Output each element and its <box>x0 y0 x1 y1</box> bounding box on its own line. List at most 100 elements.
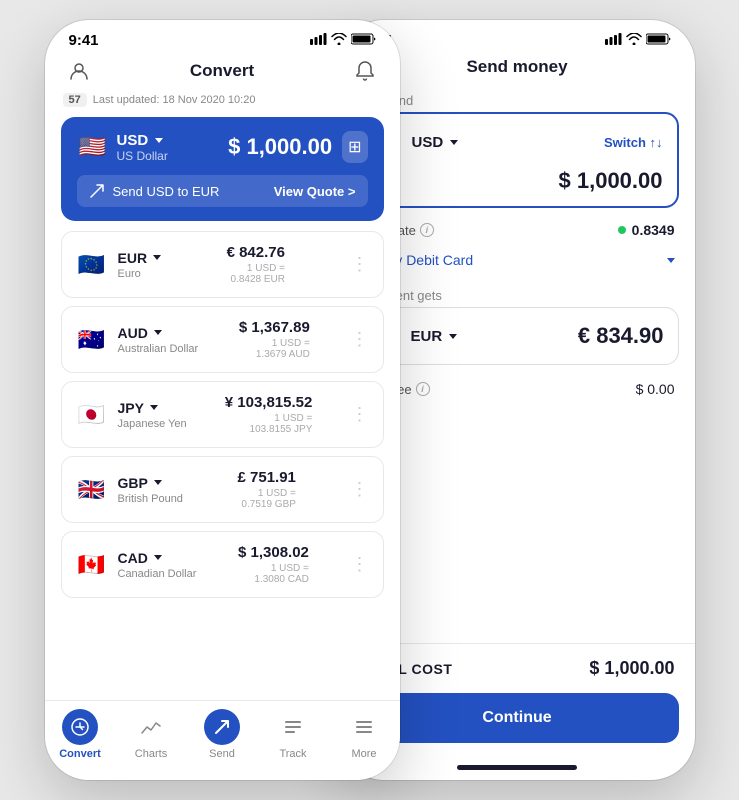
usd-code: USD <box>117 132 168 149</box>
recipient-card[interactable]: 🇪🇺 EUR € 834.90 <box>356 307 679 365</box>
update-count: 57 <box>63 93 87 107</box>
page-title-2: Send money <box>466 57 567 77</box>
signal-icon <box>310 33 327 48</box>
tab-send[interactable]: Send <box>187 709 258 760</box>
tab-track[interactable]: Track <box>258 709 329 760</box>
last-updated-bar: 57 Last updated: 18 Nov 2020 10:20 <box>61 93 384 107</box>
gbp-code: GBP <box>118 475 183 491</box>
gbp-chevron-icon <box>154 480 162 485</box>
profile-icon[interactable] <box>65 57 93 85</box>
status-time-1: 9:41 <box>69 32 99 49</box>
bell-icon[interactable] <box>351 57 379 85</box>
tab-bar: Convert Charts Send <box>45 700 400 780</box>
phone-convert: 9:41 <box>45 20 400 780</box>
main-content-1: 57 Last updated: 18 Nov 2020 10:20 🇺🇸 US… <box>45 93 400 700</box>
cad-code: CAD <box>118 550 197 566</box>
cad-flag: 🇨🇦 <box>76 549 108 581</box>
send-tab-label: Send <box>209 748 235 760</box>
view-quote-btn[interactable]: View Quote > <box>274 184 356 199</box>
usd-amount: $ 1,000.00 <box>228 134 332 160</box>
aud-flag: 🇦🇺 <box>76 324 108 356</box>
send-fee-value: $ 0.00 <box>636 381 675 397</box>
tab-more[interactable]: More <box>329 709 400 760</box>
send-arrow-icon <box>89 183 105 199</box>
rate-info-icon[interactable]: i <box>420 223 434 237</box>
gbp-amount: £ 751.91 <box>238 469 296 486</box>
eur-flag: 🇪🇺 <box>76 249 108 281</box>
jpy-amount: ¥ 103,815.52 <box>225 394 313 411</box>
page-title-1: Convert <box>190 61 254 81</box>
status-icons-1 <box>310 33 376 48</box>
charts-tab-icon <box>133 709 169 745</box>
gbp-flag: 🇬🇧 <box>76 474 108 506</box>
list-item[interactable]: 🇨🇦 CAD Canadian Dollar $ 1,308.02 1 USD … <box>61 531 384 598</box>
jpy-name: Japanese Yen <box>118 418 187 430</box>
more-tab-icon <box>346 709 382 745</box>
signal-icon-2 <box>605 33 622 48</box>
eur-rate: 1 USD =0.8428 EUR <box>227 263 285 285</box>
usd-flag: 🇺🇸 <box>77 131 109 163</box>
pay-method-chevron-icon <box>667 258 675 263</box>
total-cost-value: $ 1,000.00 <box>589 658 674 679</box>
eur-more-icon[interactable]: ⋮ <box>350 254 368 275</box>
status-bar-1: 9:41 <box>45 20 400 53</box>
track-tab-label: Track <box>279 748 306 760</box>
nav-bar-1: Convert <box>45 53 400 93</box>
switch-button[interactable]: Switch ↑↓ <box>604 135 663 150</box>
list-item[interactable]: 🇦🇺 AUD Australian Dollar $ 1,367.89 1 US… <box>61 306 384 373</box>
recipient-amount: € 834.90 <box>578 323 664 349</box>
list-item[interactable]: 🇬🇧 GBP British Pound £ 751.91 1 USD =0.7… <box>61 456 384 523</box>
calculator-icon[interactable]: ⊞ <box>342 131 367 163</box>
cad-name: Canadian Dollar <box>118 568 197 580</box>
continue-button[interactable]: Continue <box>356 693 679 743</box>
usd-name: US Dollar <box>117 149 168 163</box>
main-currency-card[interactable]: 🇺🇸 USD US Dollar $ 1,000.00 ⊞ <box>61 117 384 221</box>
jpy-rate: 1 USD =103.8155 JPY <box>225 413 313 435</box>
convert-tab-icon <box>62 709 98 745</box>
you-send-card[interactable]: 🇺🇸 USD Switch ↑↓ $ 1,000.00 <box>356 112 679 208</box>
recipient-eur-chevron-icon <box>449 334 457 339</box>
gbp-more-icon[interactable]: ⋮ <box>350 479 368 500</box>
currency-list: 🇪🇺 EUR Euro € 842.76 1 USD =0.8428 EUR ⋮ <box>61 231 384 606</box>
update-text: Last updated: 18 Nov 2020 10:20 <box>93 94 256 106</box>
send-rate-value: 0.8349 <box>618 222 675 238</box>
cad-more-icon[interactable]: ⋮ <box>350 554 368 575</box>
aud-name: Australian Dollar <box>118 343 199 355</box>
status-icons-2 <box>605 33 671 48</box>
send-quote-bar[interactable]: Send USD to EUR View Quote > <box>77 175 368 207</box>
charts-tab-label: Charts <box>135 748 167 760</box>
aud-more-icon[interactable]: ⋮ <box>350 329 368 350</box>
rate-green-dot <box>618 226 626 234</box>
eur-name: Euro <box>118 268 162 280</box>
gbp-name: British Pound <box>118 493 183 505</box>
jpy-more-icon[interactable]: ⋮ <box>350 404 368 425</box>
tab-convert[interactable]: Convert <box>45 709 116 760</box>
cad-chevron-icon <box>154 555 162 560</box>
tab-charts[interactable]: Charts <box>116 709 187 760</box>
eur-amount: € 842.76 <box>227 244 285 261</box>
convert-tab-label: Convert <box>59 748 101 760</box>
usd-chevron-icon <box>155 138 163 143</box>
more-tab-label: More <box>351 748 376 760</box>
usd-selector[interactable]: 🇺🇸 USD US Dollar <box>77 131 168 163</box>
track-tab-icon <box>275 709 311 745</box>
aud-amount: $ 1,367.89 <box>239 319 310 336</box>
cad-amount: $ 1,308.02 <box>238 544 309 561</box>
list-item[interactable]: 🇪🇺 EUR Euro € 842.76 1 USD =0.8428 EUR ⋮ <box>61 231 384 298</box>
fee-info-icon[interactable]: i <box>416 382 430 396</box>
battery-icon-2 <box>646 33 671 48</box>
send-tab-icon <box>204 709 240 745</box>
send-usd-code: USD <box>412 134 459 151</box>
jpy-code: JPY <box>118 400 187 416</box>
aud-code: AUD <box>118 325 199 341</box>
eur-chevron-icon <box>153 255 161 260</box>
cad-rate: 1 USD =1.3080 CAD <box>238 563 309 585</box>
list-item[interactable]: 🇯🇵 JPY Japanese Yen ¥ 103,815.52 1 USD =… <box>61 381 384 448</box>
eur-code: EUR <box>118 250 162 266</box>
aud-rate: 1 USD =1.3679 AUD <box>239 338 310 360</box>
jpy-chevron-icon <box>150 405 158 410</box>
send-label: Send USD to EUR <box>113 184 220 199</box>
battery-icon <box>351 33 376 48</box>
recipient-eur-code: EUR <box>411 328 458 345</box>
aud-chevron-icon <box>154 330 162 335</box>
